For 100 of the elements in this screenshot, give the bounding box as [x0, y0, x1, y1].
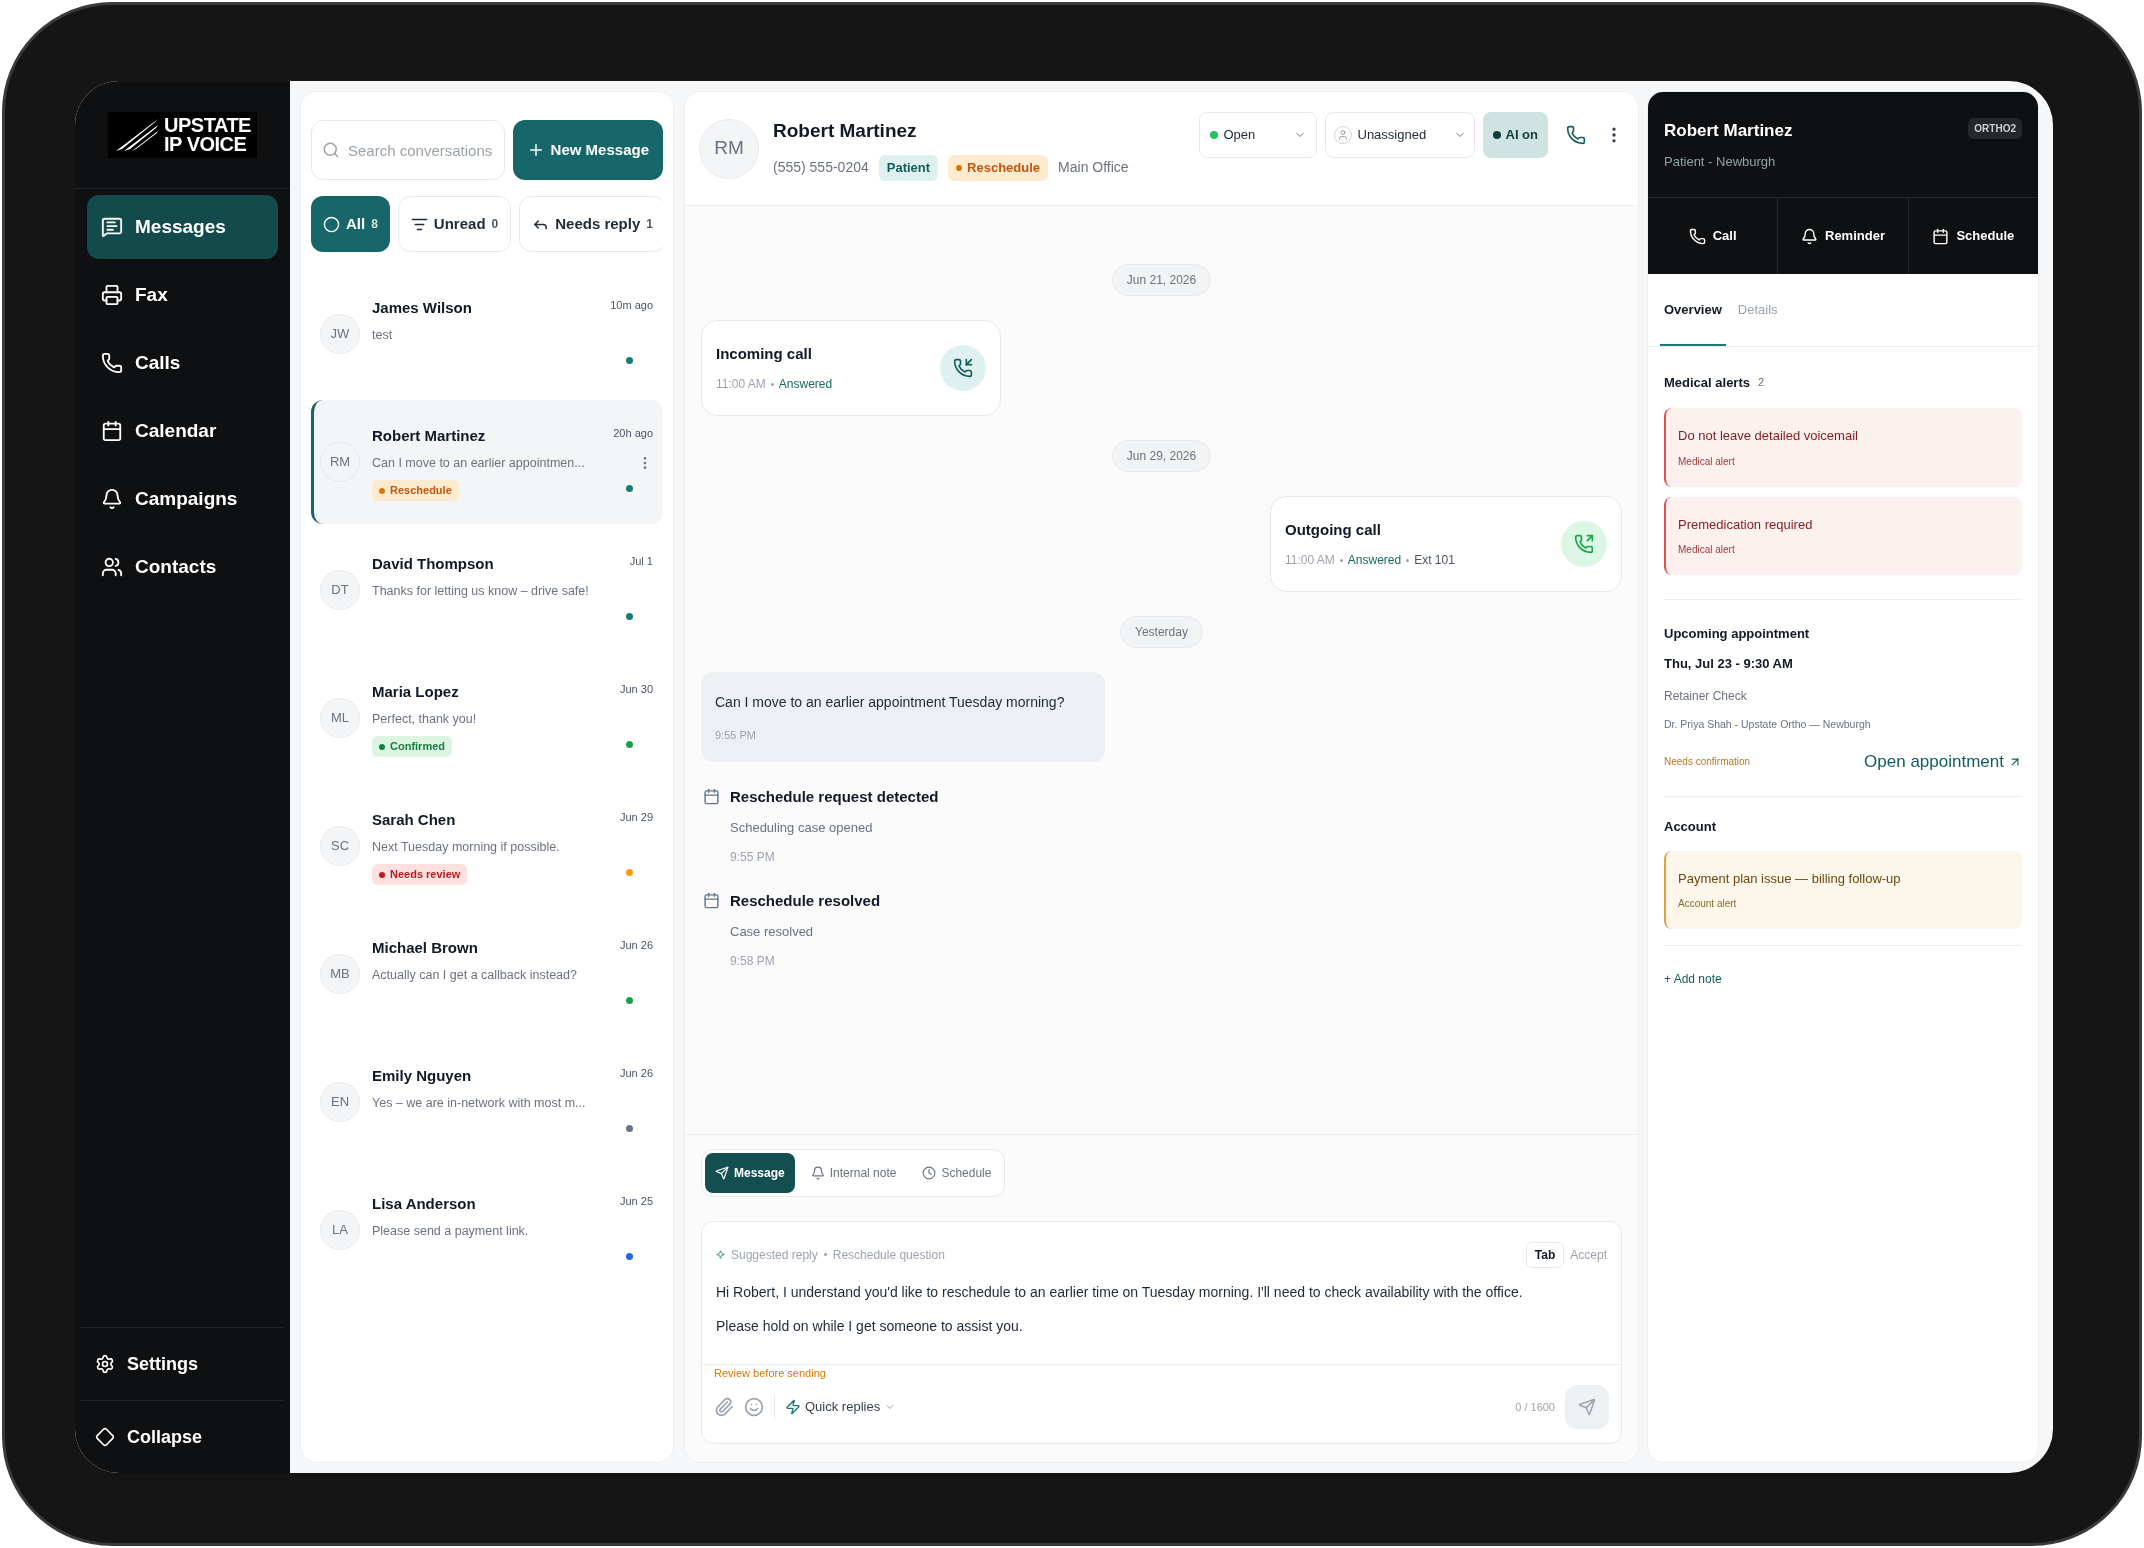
nav-item[interactable]: Messages	[87, 195, 278, 259]
event-subtitle: Scheduling case opened	[730, 819, 874, 837]
filter-tab[interactable]: Needs reply 1	[519, 196, 663, 252]
new-message-button[interactable]: New Message	[512, 120, 663, 180]
timestamp: 20h ago	[613, 426, 653, 442]
message-time: 9:55 PM	[715, 728, 757, 743]
paperclip-icon[interactable]	[714, 1397, 734, 1417]
printer-icon	[101, 284, 123, 306]
message-preview: Please send a payment link.	[372, 1222, 529, 1240]
call-status: Answered	[778, 376, 833, 394]
ai-toggle[interactable]: AI on	[1482, 112, 1548, 158]
suggested-reply-text: Hi Robert, I understand you'd like to reschedule to an earlier time on Tuesday morning. I'll need to check availability with the office.	[716, 1282, 1524, 1302]
search-field[interactable]: Search conversations	[311, 120, 505, 180]
nav-item[interactable]: Calls	[87, 331, 278, 395]
org-badge: ORTHO2	[1968, 118, 2022, 139]
phone-icon	[953, 358, 973, 378]
phone-icon	[1574, 534, 1594, 554]
suggested-reply-text: Please hold on while I get someone to assist you.	[716, 1316, 1024, 1336]
message-preview: Can I move to an earlier appointmen...	[372, 454, 585, 472]
conversation-item[interactable]: LA Lisa Anderson Jun 25 Please send a payment link.	[311, 1168, 663, 1292]
circle-icon	[323, 215, 340, 233]
send-button[interactable]	[1565, 1385, 1609, 1429]
quick-replies-button[interactable]: Quick replies	[785, 1397, 897, 1417]
message-text: Can I move to an earlier appointment Tuesday morning?	[715, 693, 1066, 712]
nav-item[interactable]: Calendar	[87, 399, 278, 463]
conversation-item[interactable]: EN Emily Nguyen Jun 26 Yes – we are in-network with most m...	[311, 1040, 663, 1164]
conversation-item[interactable]: JW James Wilson 10m ago test	[311, 272, 663, 396]
suggestion-topic: Reschedule question	[832, 1246, 945, 1264]
search-icon	[322, 141, 340, 159]
open-appointment-link[interactable]: Open appointment	[1864, 748, 2022, 775]
appointment-type: Retainer Check	[1664, 688, 1748, 705]
call-status: Answered	[1347, 552, 1402, 570]
alert-label: Medical alert	[1678, 543, 1736, 557]
conversation-item[interactable]: ML Maria Lopez Jun 30 Perfect, thank you! Confirmed	[311, 656, 663, 780]
phone-icon	[101, 352, 123, 374]
event-time: 9:55 PM	[730, 848, 776, 866]
call-time: 11:00 AM	[716, 376, 766, 394]
conversation-item[interactable]: RM Robert Martinez 20h ago Can I move to an earlier appointmen... Reschedule	[311, 400, 663, 524]
bell-icon	[1801, 227, 1818, 245]
contact-name: Robert Martinez	[372, 426, 486, 447]
avatar: SC	[320, 826, 360, 866]
location: Main Office	[1058, 158, 1129, 178]
alert-label: Account alert	[1678, 897, 1738, 912]
review-warning: Review before sending	[714, 1365, 827, 1381]
mode-tab[interactable]: Internal note	[800, 1152, 907, 1193]
logo-icon	[114, 116, 161, 153]
nav-item[interactable]: Contacts	[87, 535, 278, 599]
alert-label: Medical alert	[1678, 454, 1736, 469]
timestamp: Jun 29	[619, 810, 653, 826]
action-button[interactable]: Reminder	[1777, 198, 1908, 274]
add-note-link[interactable]: + Add note	[1664, 972, 1722, 987]
phone-icon	[1688, 227, 1706, 245]
panel-tab[interactable]: Overview	[1660, 274, 1726, 346]
contact-name: Lisa Anderson	[372, 1194, 476, 1215]
mode-tab[interactable]: Schedule	[912, 1152, 1002, 1193]
contact-name: Robert Martinez	[773, 118, 918, 143]
timestamp: 10m ago	[610, 298, 653, 314]
conversation-item[interactable]: MB Michael Brown Jun 26 Actually can I get a callback instead?	[311, 912, 663, 1036]
section-title: Upcoming appointment	[1664, 625, 1811, 643]
assignee-dropdown[interactable]: Unassigned	[1324, 112, 1475, 158]
event-title: Reschedule request detected	[730, 786, 939, 807]
call-title: Outgoing call	[1285, 519, 1382, 540]
action-button[interactable]: Schedule	[1907, 198, 2038, 274]
conversation-item[interactable]: SC Sarah Chen Jun 29 Next Tuesday morning if possible. Needs review	[311, 784, 663, 908]
character-counter: 0 / 1600	[1515, 1399, 1555, 1415]
calendar-icon	[703, 787, 720, 805]
nav-item[interactable]: Campaigns	[87, 467, 278, 531]
smile-icon[interactable]	[744, 1397, 764, 1417]
action-button[interactable]: Call	[1648, 198, 1778, 274]
settings-icon	[95, 1354, 115, 1374]
extension: Ext 101	[1414, 552, 1455, 570]
message-preview: Thanks for letting us know – drive safe!	[372, 582, 589, 600]
contact-name: Emily Nguyen	[372, 1066, 472, 1087]
send-icon	[715, 1165, 729, 1180]
section-title: Account	[1664, 818, 1717, 837]
filter-tab[interactable]: Unread 0	[397, 196, 512, 252]
phone-icon[interactable]	[1566, 125, 1586, 145]
appointment-time: Thu, Jul 23 - 9:30 AM	[1664, 654, 1794, 673]
message-preview: Next Tuesday morning if possible.	[372, 838, 560, 856]
avatar: RM	[699, 118, 759, 179]
nav-item[interactable]: Fax	[87, 263, 278, 327]
message-preview: Yes – we are in-network with most m...	[372, 1094, 586, 1112]
suggestion-label: Suggested reply	[731, 1246, 818, 1264]
avatar: MB	[320, 954, 360, 994]
nav-item[interactable]: Collapse	[81, 1411, 284, 1463]
contact-subtitle: Patient - Newburgh	[1664, 152, 1777, 171]
timestamp: Jun 30	[619, 682, 653, 698]
nav-item[interactable]: Settings	[81, 1338, 284, 1390]
key-hint: Tab	[1525, 1241, 1565, 1268]
mode-tab[interactable]: Message	[705, 1152, 795, 1193]
diamond-icon	[95, 1427, 115, 1447]
timestamp: Jun 25	[619, 1194, 653, 1210]
status-tag: Patient	[878, 155, 939, 181]
filter-tab[interactable]: All 8	[311, 196, 390, 252]
users-icon	[101, 556, 123, 578]
send-icon	[1578, 1398, 1596, 1416]
call-time: 11:00 AM	[1285, 552, 1335, 570]
status-dropdown[interactable]: Open	[1198, 112, 1317, 158]
section-title: Medical alerts	[1664, 373, 1750, 392]
conversation-item[interactable]: DT David Thompson Jul 1 Thanks for letting us know – drive safe!	[311, 528, 663, 652]
